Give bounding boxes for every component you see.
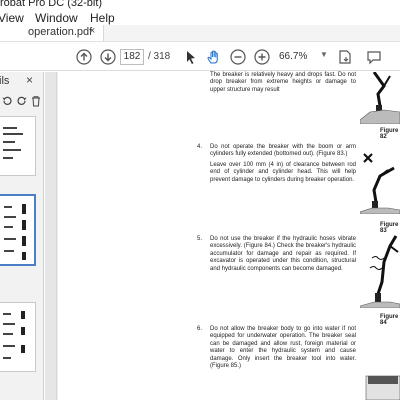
figure-83-illustration	[360, 153, 400, 214]
zoom-dropdown-icon[interactable]: ▼	[320, 50, 328, 59]
document-viewer[interactable]: The breaker is relatively heavy and drop…	[45, 72, 400, 400]
next-page-icon[interactable]	[100, 49, 116, 65]
panel-title: ils	[0, 75, 10, 87]
close-tab-icon[interactable]: ×	[89, 25, 95, 37]
zoom-out-icon[interactable]	[230, 49, 246, 65]
panel-tools	[0, 92, 44, 112]
viewer-gutter	[45, 72, 57, 400]
paragraph-breaker-drop: The breaker is relatively heavy and drop…	[210, 72, 356, 93]
item-number: 5.	[197, 236, 203, 242]
thumbnails-panel: ils ×	[0, 72, 44, 400]
figure-82-illustration	[360, 72, 400, 124]
window-title: robat Pro DC (32-bit)	[0, 0, 103, 9]
menu-view[interactable]: View	[0, 11, 24, 25]
page-thumbnail[interactable]	[0, 116, 36, 176]
window-title-bar: robat Pro DC (32-bit)	[0, 0, 400, 10]
zoom-in-icon[interactable]	[254, 49, 270, 65]
figure-84-illustration	[360, 235, 400, 308]
tab-bar: operation.pdf ×	[0, 25, 400, 41]
item-number: 4.	[197, 144, 203, 150]
tab-operation-pdf[interactable]: operation.pdf ×	[0, 25, 104, 41]
page-thumbnail-selected[interactable]	[0, 194, 36, 266]
paragraph-item-6: Do not allow the breaker body to go into…	[210, 326, 356, 370]
menu-bar: View Window Help	[0, 10, 400, 25]
page-number-input[interactable]: 182	[120, 49, 144, 65]
close-panel-icon[interactable]: ×	[26, 73, 33, 87]
paragraph-item-5: Do not use the breaker if the hydraulic …	[210, 236, 356, 272]
select-cursor-icon[interactable]	[183, 49, 199, 65]
figure-82-caption: Figure 82	[380, 128, 399, 140]
figure-85-illustration	[365, 375, 400, 400]
zoom-level-field[interactable]: 66.7%	[279, 49, 319, 65]
item-number: 6.	[197, 326, 203, 332]
panel-header: ils ×	[0, 72, 44, 90]
delete-page-icon[interactable]	[30, 95, 42, 107]
page-thumbnail[interactable]	[0, 302, 36, 372]
pdf-page: The breaker is relatively heavy and drop…	[58, 72, 400, 400]
toolbar: 182 / 318 66.7% ▼	[0, 41, 400, 71]
rotate-right-icon[interactable]	[16, 95, 28, 107]
previous-page-icon[interactable]	[76, 49, 92, 65]
menu-window[interactable]: Window	[35, 11, 78, 25]
comment-icon[interactable]	[366, 49, 382, 65]
rotate-left-icon[interactable]	[1, 95, 13, 107]
fit-page-icon[interactable]	[337, 49, 353, 65]
paragraph-item-4-clearance: Leave over 100 mm (4 in) of clearance be…	[210, 162, 356, 183]
figure-84-caption: Figure 84	[380, 314, 399, 326]
tab-title: operation.pdf	[28, 26, 93, 38]
paragraph-item-4: Do not operate the breaker with the boom…	[210, 144, 356, 158]
page-total: / 318	[148, 51, 171, 62]
hand-tool-icon[interactable]	[206, 49, 222, 65]
menu-help[interactable]: Help	[90, 11, 115, 25]
